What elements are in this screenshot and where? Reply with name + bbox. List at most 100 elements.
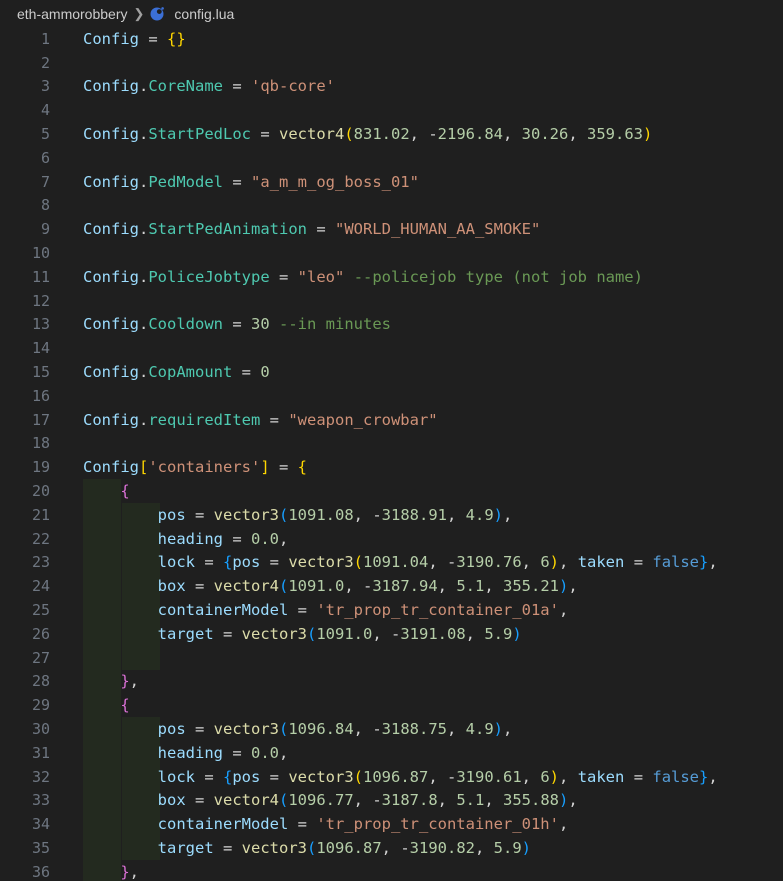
code-token: } (120, 672, 130, 691)
code-line[interactable]: 25 containerModel = 'tr_prop_tr_containe… (0, 598, 783, 622)
code-line[interactable]: 8 (0, 194, 783, 218)
code-line[interactable]: 15 Config.CopAmount = 0 (0, 360, 783, 384)
line-number: 13 (31, 315, 50, 334)
line-number: 35 (31, 839, 50, 858)
code-line[interactable]: 18 (0, 432, 783, 456)
code-line[interactable]: 19 Config['containers'] = { (0, 455, 783, 479)
code-editor[interactable]: 1 Config = {} 2 3 Config.CoreName = 'qb-core… (0, 27, 783, 881)
code-token: target (157, 839, 214, 858)
code-text: target = vector3(1096.87, -3190.82, 5.9) (83, 839, 531, 857)
code-line[interactable]: 2 (0, 51, 783, 75)
line-number: 5 (40, 125, 50, 144)
code-token: ) (493, 505, 503, 524)
code-line[interactable]: 7 Config.PedModel = "a_m_m_og_boss_01" (0, 170, 783, 194)
code-text: pos = vector3(1091.08, -3188.91, 4.9), (83, 505, 513, 524)
code-line[interactable]: 34 containerModel = 'tr_prop_tr_containe… (0, 812, 783, 836)
code-token: Config (83, 172, 139, 191)
code-text: }, (83, 672, 139, 690)
code-line[interactable]: 33 box = vector4(1096.77, -3187.8, 5.1, … (0, 789, 783, 813)
code-line[interactable]: 1 Config = {} (0, 27, 783, 51)
code-line[interactable]: 24 box = vector4(1091.0, -3187.94, 5.1, … (0, 574, 783, 598)
code-line[interactable]: 35 target = vector3(1096.87, -3190.82, 5… (0, 836, 783, 860)
code-line[interactable]: 14 (0, 336, 783, 360)
code-text: { (83, 482, 130, 501)
code-token: . (139, 77, 149, 96)
code-token: 4.9 (465, 720, 494, 739)
code-token: 30.26 (521, 125, 569, 144)
line-number: 11 (31, 267, 50, 286)
code-token: = (194, 767, 223, 786)
code-line[interactable]: 10 (0, 241, 783, 265)
code-line[interactable]: 12 (0, 289, 783, 313)
code-text: box = vector4(1091.0, -3187.94, 5.1, 355… (83, 577, 578, 595)
code-token: 5.1 (456, 791, 485, 810)
code-token: Config (83, 267, 139, 286)
code-line[interactable]: 21 pos = vector3(1091.08, -3188.91, 4.9)… (0, 503, 783, 527)
code-line[interactable]: 11 Config.PoliceJobtype = "leo" --policej… (0, 265, 783, 289)
code-token: , (708, 553, 718, 572)
code-token: ( (353, 553, 363, 572)
code-token: ( (278, 505, 289, 524)
code-line[interactable]: 20 { (0, 479, 783, 503)
breadcrumb-folder[interactable]: eth-ammorobbery (0, 6, 128, 22)
code-token: ) (559, 577, 569, 596)
code-line[interactable]: 36 }, (0, 860, 783, 881)
code-token: , (568, 577, 578, 596)
code-line[interactable]: 6 (0, 146, 783, 170)
code-line[interactable]: 22 heading = 0.0, (0, 527, 783, 551)
code-text: { (83, 696, 129, 714)
code-token: Config (83, 458, 139, 477)
code-token: ) (549, 553, 560, 572)
code-token: = (223, 315, 251, 334)
breadcrumb-file[interactable]: config.lua (174, 6, 234, 22)
code-line[interactable]: 16 (0, 384, 783, 408)
code-text: Config.CoreName = 'qb-core' (83, 77, 335, 95)
line-number: 15 (31, 363, 50, 382)
code-token: 831.02 (353, 125, 410, 144)
code-line[interactable]: 32 lock = {pos = vector3(1096.87, -3190.… (0, 765, 783, 789)
code-token: = (288, 601, 317, 620)
code-line[interactable]: 27 (0, 646, 783, 670)
code-line[interactable]: 4 (0, 98, 783, 122)
code-token: vector4 (213, 577, 279, 596)
code-token: = (223, 77, 251, 96)
code-line[interactable]: 30 pos = vector3(1096.84, -3188.75, 4.9)… (0, 717, 783, 741)
code-token: lock (157, 553, 195, 572)
code-line[interactable]: 26 target = vector3(1091.0, -3191.08, 5.… (0, 622, 783, 646)
code-token: 3191.08 (400, 624, 466, 643)
code-line[interactable]: 17 Config.requiredItem = "weapon_crowbar" (0, 408, 783, 432)
code-token: , - (353, 720, 382, 739)
code-token: , - (372, 624, 401, 643)
code-line[interactable]: 9 Config.StartPedAnimation = "WORLD_HUMAN… (0, 217, 783, 241)
code-token: PoliceJobtype (148, 267, 270, 286)
code-token: PedModel (148, 172, 223, 191)
code-token: target (157, 624, 214, 643)
code-line[interactable]: 29 { (0, 693, 783, 717)
code-token: . (139, 363, 149, 382)
code-token: = (251, 125, 279, 144)
code-line[interactable]: 23 lock = {pos = vector3(1091.04, -3190.… (0, 551, 783, 575)
code-token: CopAmount (148, 363, 233, 382)
code-token: , (708, 767, 718, 786)
code-line[interactable]: 13 Config.Cooldown = 30 --in minutes (0, 313, 783, 337)
code-text: Config = {} (83, 30, 186, 48)
breadcrumb: eth-ammorobbery ❯ config.lua (0, 0, 783, 28)
code-token: vector3 (241, 624, 307, 643)
code-token: StartPedLoc (148, 125, 251, 144)
code-line[interactable]: 28 }, (0, 670, 783, 694)
code-text: target = vector3(1091.0, -3191.08, 5.9) (83, 625, 522, 643)
code-line[interactable]: 5 Config.StartPedLoc = vector4(831.02, -2… (0, 122, 783, 146)
code-token: 3190.61 (456, 767, 522, 786)
code-text: containerModel = 'tr_prop_tr_container_0… (83, 815, 569, 833)
code-line[interactable]: 3 Config.CoreName = 'qb-core' (0, 75, 783, 99)
code-token: ( (353, 767, 363, 786)
code-token: { (120, 482, 130, 501)
code-token: taken (577, 767, 625, 786)
code-token: false (652, 767, 700, 786)
code-token: 1096.77 (288, 791, 354, 810)
code-line[interactable]: 31 heading = 0.0, (0, 741, 783, 765)
